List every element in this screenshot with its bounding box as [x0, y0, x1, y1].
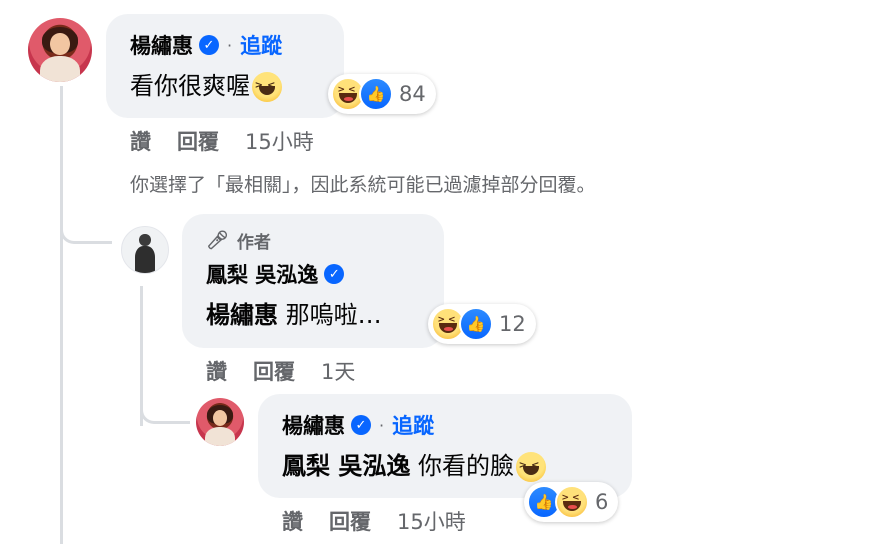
avatar[interactable]	[28, 18, 92, 82]
comment-thread: 楊繡惠 ✓ · 追蹤 看你很爽喔 >< >< 👍 84 讚 回覆 15小時 你選擇…	[0, 0, 888, 544]
like-button[interactable]: 讚	[130, 126, 151, 156]
reaction-summary[interactable]: 👍 >< 6	[524, 482, 619, 522]
mention-link[interactable]: 鳳梨 吳泓逸	[282, 452, 410, 480]
comment-header: 楊繡惠 ✓ · 追蹤	[130, 30, 320, 60]
reply-header: 楊繡惠 ✓ · 追蹤	[282, 410, 608, 440]
reply-actions: 讚 回覆 15小時	[282, 506, 466, 536]
reply-bubble: 🎤︎ 作者 鳳梨 吳泓逸 ✓ 楊繡惠 那嗚啦…	[182, 214, 444, 348]
filter-notice: 你選擇了「最相關」，因此系統可能已過濾掉部分回覆。	[130, 174, 596, 196]
avatar[interactable]	[196, 398, 244, 446]
reply-text: 楊繡惠 那嗚啦…	[206, 301, 382, 329]
separator-dot: ·	[379, 415, 385, 435]
reply-button[interactable]: 回覆	[177, 126, 219, 156]
avatar[interactable]	[121, 226, 169, 274]
like-reaction-icon: 👍	[459, 307, 493, 341]
verified-badge-icon: ✓	[324, 264, 345, 284]
thread-branch	[60, 218, 112, 244]
like-reaction-icon: 👍	[359, 77, 393, 111]
reaction-count: 6	[595, 490, 609, 514]
microphone-icon: 🎤︎	[206, 230, 229, 251]
follow-button[interactable]: 追蹤	[392, 410, 434, 440]
verified-badge-icon: ✓	[199, 35, 219, 55]
reply-button[interactable]: 回覆	[253, 356, 295, 386]
reply-text: 鳳梨 吳泓逸 你看的臉 ><	[282, 446, 608, 482]
reaction-summary[interactable]: >< 👍 12	[428, 304, 536, 344]
reply-header: 鳳梨 吳泓逸 ✓	[206, 259, 420, 289]
follow-button[interactable]: 追蹤	[240, 30, 282, 60]
reply-actions: 讚 回覆 1天	[206, 356, 355, 386]
haha-reaction-icon: ><	[555, 485, 589, 519]
mention-link[interactable]: 楊繡惠	[206, 301, 278, 329]
comment-actions: 讚 回覆 15小時	[130, 126, 314, 156]
reaction-count: 84	[399, 82, 426, 106]
separator-dot: ·	[227, 35, 233, 55]
grinning-squinting-face-emoji: ><	[252, 72, 282, 102]
author-badge: 🎤︎ 作者	[206, 230, 271, 253]
reaction-summary[interactable]: >< 👍 84	[328, 74, 436, 114]
like-button[interactable]: 讚	[206, 356, 227, 386]
commenter-name[interactable]: 鳳梨 吳泓逸	[206, 259, 318, 289]
timestamp[interactable]: 15小時	[397, 506, 466, 536]
thread-branch	[140, 398, 190, 424]
timestamp[interactable]: 15小時	[245, 126, 314, 156]
verified-badge-icon: ✓	[351, 415, 371, 435]
commenter-name[interactable]: 楊繡惠	[130, 30, 193, 60]
comment-text: 看你很爽喔 ><	[130, 66, 320, 102]
grinning-squinting-face-emoji: ><	[516, 452, 546, 482]
reaction-count: 12	[499, 312, 526, 336]
like-button[interactable]: 讚	[282, 506, 303, 536]
commenter-name[interactable]: 楊繡惠	[282, 410, 345, 440]
thread-line	[60, 86, 63, 544]
reply-button[interactable]: 回覆	[329, 506, 371, 536]
timestamp[interactable]: 1天	[321, 356, 355, 386]
comment-bubble: 楊繡惠 ✓ · 追蹤 看你很爽喔 ><	[106, 14, 344, 118]
